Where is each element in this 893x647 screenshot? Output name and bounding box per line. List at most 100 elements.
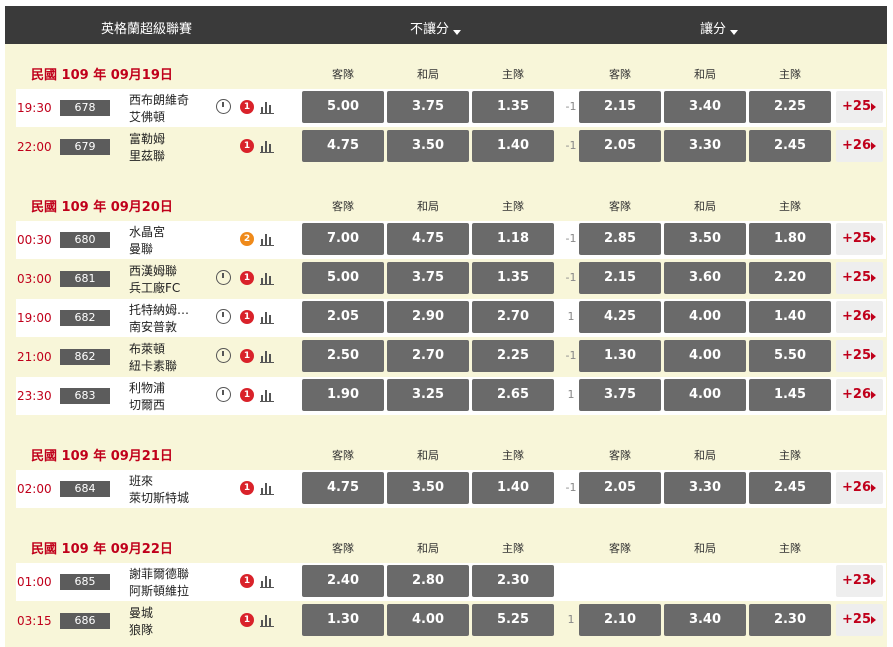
odds-button[interactable]: 1.40 (472, 130, 554, 162)
handicap-odds-button[interactable]: 1.45 (749, 379, 831, 411)
handicap-dropdown[interactable]: 讓分 (700, 18, 739, 37)
odds-button[interactable]: 4.75 (302, 130, 384, 162)
handicap-odds-button[interactable]: 3.75 (579, 379, 661, 411)
stats-icon[interactable] (260, 233, 274, 246)
odds-button[interactable]: 3.50 (387, 472, 469, 504)
handicap-odds-button[interactable]: 2.05 (579, 130, 661, 162)
odds-button[interactable]: 3.75 (387, 262, 469, 294)
odds-button[interactable]: 7.00 (302, 223, 384, 255)
odds-button[interactable]: 1.35 (472, 262, 554, 294)
away-team[interactable]: 水晶宮 (129, 223, 219, 240)
handicap-odds-button[interactable]: 2.25 (749, 91, 831, 123)
odds-button[interactable]: 2.90 (387, 301, 469, 333)
odds-button[interactable]: 2.65 (472, 379, 554, 411)
column-header-home: 主隊 (502, 200, 524, 213)
odds-button[interactable]: 2.80 (387, 565, 469, 597)
handicap-odds-button[interactable]: 1.80 (749, 223, 831, 255)
handicap-odds-button[interactable]: 4.00 (664, 379, 746, 411)
stats-icon[interactable] (260, 140, 274, 153)
handicap-odds-button[interactable]: 2.30 (749, 604, 831, 636)
odds-button[interactable]: 2.40 (302, 565, 384, 597)
handicap-odds-button[interactable]: 3.30 (664, 130, 746, 162)
stats-icon[interactable] (260, 614, 274, 627)
home-team[interactable]: 艾佛頓 (129, 108, 219, 125)
home-team[interactable]: 兵工廠FC (129, 279, 219, 296)
handicap-odds-button[interactable]: 3.40 (664, 604, 746, 636)
odds-button[interactable]: 3.50 (387, 130, 469, 162)
odds-button[interactable]: 4.00 (387, 604, 469, 636)
odds-button[interactable]: 2.25 (472, 340, 554, 372)
handicap-odds-button[interactable]: 1.30 (579, 340, 661, 372)
odds-button[interactable]: 4.75 (302, 472, 384, 504)
handicap-odds-button[interactable]: 4.00 (664, 301, 746, 333)
away-team[interactable]: 曼城 (129, 604, 219, 621)
odds-button[interactable]: 5.25 (472, 604, 554, 636)
more-bets-button[interactable]: +26 (836, 301, 883, 333)
odds-button[interactable]: 1.40 (472, 472, 554, 504)
odds-button[interactable]: 1.30 (302, 604, 384, 636)
more-bets-button[interactable]: +25 (836, 604, 883, 636)
handicap-odds-button[interactable]: 2.20 (749, 262, 831, 294)
odds-button[interactable]: 3.25 (387, 379, 469, 411)
more-bets-button[interactable]: +26 (836, 472, 883, 504)
odds-button[interactable]: 2.30 (472, 565, 554, 597)
more-bets-button[interactable]: +25 (836, 223, 883, 255)
home-team[interactable]: 南安普敦 (129, 318, 219, 335)
handicap-odds-button[interactable]: 2.15 (579, 91, 661, 123)
handicap-odds-button[interactable]: 3.40 (664, 91, 746, 123)
home-team[interactable]: 里茲聯 (129, 147, 219, 164)
handicap-odds-button[interactable]: 4.25 (579, 301, 661, 333)
home-team[interactable]: 狼隊 (129, 621, 219, 638)
handicap-odds-button[interactable]: 2.45 (749, 130, 831, 162)
home-team[interactable]: 紐卡素聯 (129, 357, 219, 374)
handicap-odds-button[interactable]: 2.85 (579, 223, 661, 255)
more-bets-button[interactable]: +26 (836, 379, 883, 411)
handicap-odds-button[interactable]: 1.40 (749, 301, 831, 333)
handicap-odds-button[interactable]: 2.45 (749, 472, 831, 504)
odds-button[interactable]: 2.05 (302, 301, 384, 333)
handicap-odds-button[interactable]: 2.10 (579, 604, 661, 636)
more-bets-button[interactable]: +25 (836, 262, 883, 294)
odds-button[interactable]: 1.90 (302, 379, 384, 411)
handicap-odds-button[interactable]: 2.15 (579, 262, 661, 294)
away-team[interactable]: 布萊頓 (129, 340, 219, 357)
odds-button[interactable]: 2.50 (302, 340, 384, 372)
handicap-odds-button[interactable]: 3.60 (664, 262, 746, 294)
stats-icon[interactable] (260, 311, 274, 324)
odds-button[interactable]: 5.00 (302, 91, 384, 123)
odds-button[interactable]: 5.00 (302, 262, 384, 294)
away-team[interactable]: 西漢姆聯 (129, 262, 219, 279)
stats-icon[interactable] (260, 482, 274, 495)
odds-button[interactable]: 2.70 (472, 301, 554, 333)
more-bets-button[interactable]: +23 (836, 565, 883, 597)
odds-button[interactable]: 1.18 (472, 223, 554, 255)
away-team[interactable]: 托特納姆… (129, 301, 219, 318)
stats-icon[interactable] (260, 272, 274, 285)
odds-button[interactable]: 3.75 (387, 91, 469, 123)
more-bets-button[interactable]: +26 (836, 130, 883, 162)
odds-button[interactable]: 2.70 (387, 340, 469, 372)
handicap-odds-button[interactable]: 3.50 (664, 223, 746, 255)
handicap-odds-button[interactable]: 2.05 (579, 472, 661, 504)
stats-icon[interactable] (260, 350, 274, 363)
odds-button[interactable]: 4.75 (387, 223, 469, 255)
away-team[interactable]: 謝菲爾德聯 (129, 565, 219, 582)
stats-icon[interactable] (260, 101, 274, 114)
stats-icon[interactable] (260, 389, 274, 402)
home-team[interactable]: 切爾西 (129, 396, 219, 413)
handicap-odds-button[interactable]: 3.30 (664, 472, 746, 504)
stats-icon[interactable] (260, 575, 274, 588)
handicap-odds-button[interactable]: 4.00 (664, 340, 746, 372)
away-team[interactable]: 西布朗維奇 (129, 91, 219, 108)
home-team[interactable]: 曼聯 (129, 240, 219, 257)
away-team[interactable]: 班來 (129, 472, 219, 489)
away-team[interactable]: 利物浦 (129, 379, 219, 396)
away-team[interactable]: 富勒姆 (129, 130, 219, 147)
home-team[interactable]: 阿斯頓維拉 (129, 582, 219, 599)
home-team[interactable]: 萊切斯特城 (129, 489, 219, 506)
more-bets-button[interactable]: +25 (836, 91, 883, 123)
handicap-odds-button[interactable]: 5.50 (749, 340, 831, 372)
more-bets-button[interactable]: +25 (836, 340, 883, 372)
odds-button[interactable]: 1.35 (472, 91, 554, 123)
no-handicap-dropdown[interactable]: 不讓分 (410, 18, 462, 37)
